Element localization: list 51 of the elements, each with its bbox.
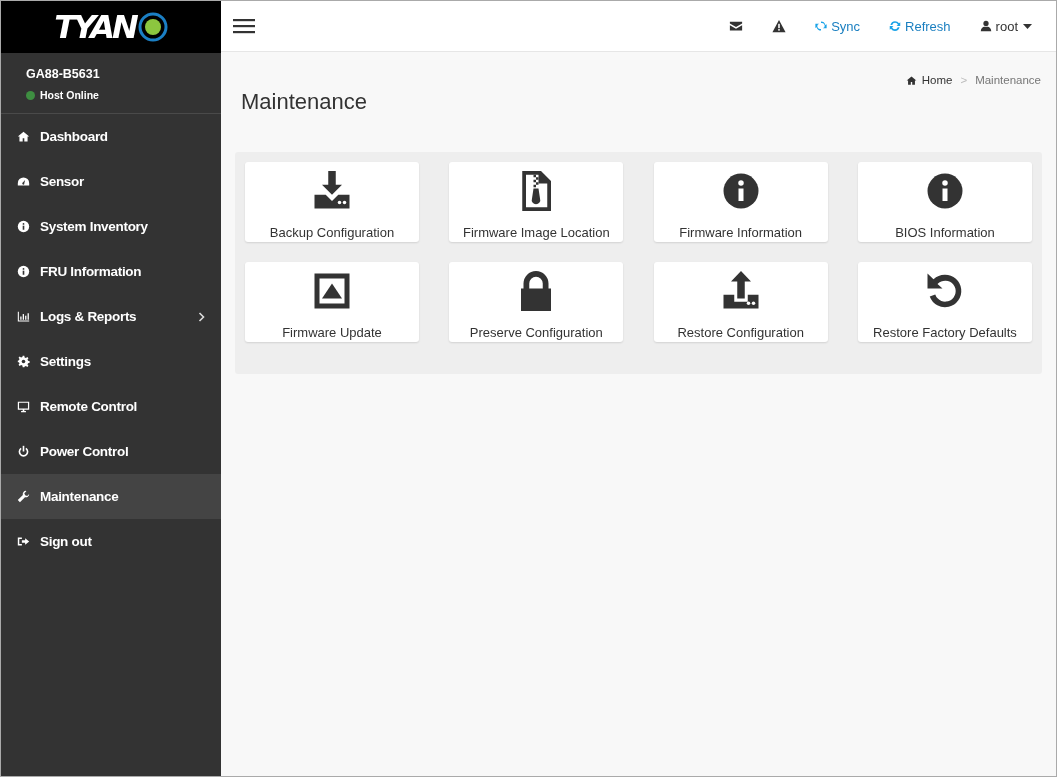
user-link[interactable]: root: [979, 18, 1032, 34]
bar-chart-icon: [17, 310, 30, 323]
refresh-icon: [889, 20, 902, 32]
breadcrumb-current: Maintenance: [975, 74, 1041, 86]
sync-icon: [815, 20, 828, 32]
envelope-icon: [729, 19, 744, 33]
sidebar-item[interactable]: System Inventory: [1, 204, 221, 249]
wrench-icon: [17, 490, 30, 503]
house-icon: [17, 130, 30, 143]
maintenance-tile[interactable]: Firmware Update: [245, 262, 419, 342]
sidebar-item[interactable]: Dashboard: [1, 114, 221, 159]
maintenance-tile[interactable]: Firmware Image Location: [449, 162, 624, 242]
sidebar-item[interactable]: Maintenance: [1, 474, 221, 519]
host-status: Host Online: [40, 89, 99, 101]
sync-link[interactable]: Sync: [815, 18, 861, 34]
brand-logo: TYAN: [1, 1, 221, 53]
warning-link[interactable]: [772, 19, 787, 33]
sidebar-item[interactable]: Power Control: [1, 429, 221, 474]
gauge-icon: [17, 175, 30, 188]
maintenance-tile[interactable]: Restore Configuration: [653, 262, 828, 342]
info-icon: [17, 265, 30, 278]
mail-link[interactable]: [729, 19, 744, 33]
maintenance-tile[interactable]: Restore Factory Defaults: [858, 262, 1032, 342]
sidebar-item[interactable]: FRU Information: [1, 249, 221, 294]
refresh-link[interactable]: Refresh: [889, 18, 951, 34]
upload-box-icon: [312, 271, 352, 311]
caret-down-icon: [1023, 23, 1032, 29]
info-icon: [925, 171, 965, 211]
sidebar-item[interactable]: Sensor: [1, 159, 221, 204]
menu-icon[interactable]: [233, 18, 255, 34]
sidebar-item[interactable]: Remote Control: [1, 384, 221, 429]
sidebar-item[interactable]: Settings: [1, 339, 221, 384]
page-title: Maintenance: [241, 89, 367, 116]
maintenance-tile[interactable]: BIOS Information: [858, 162, 1032, 242]
breadcrumb-home-link[interactable]: Home: [905, 74, 953, 86]
download-icon: [312, 171, 352, 211]
monitor-icon: [17, 400, 30, 413]
warning-icon: [772, 19, 787, 33]
gear-icon: [17, 355, 30, 368]
power-icon: [17, 445, 30, 458]
sidebar-item[interactable]: Sign out: [1, 519, 221, 564]
house-icon: [905, 74, 917, 86]
maintenance-tile[interactable]: Firmware Information: [653, 162, 828, 242]
sidebar-item[interactable]: Logs & Reports: [1, 294, 221, 339]
host-name: GA88-B5631: [26, 67, 101, 81]
breadcrumb-separator: >: [960, 74, 968, 86]
sign-out-icon: [17, 535, 30, 548]
info-icon: [17, 220, 30, 233]
maintenance-tile[interactable]: Backup Configuration: [245, 162, 419, 242]
maintenance-tile[interactable]: Preserve Configuration: [449, 262, 624, 342]
user-icon: [979, 20, 992, 32]
